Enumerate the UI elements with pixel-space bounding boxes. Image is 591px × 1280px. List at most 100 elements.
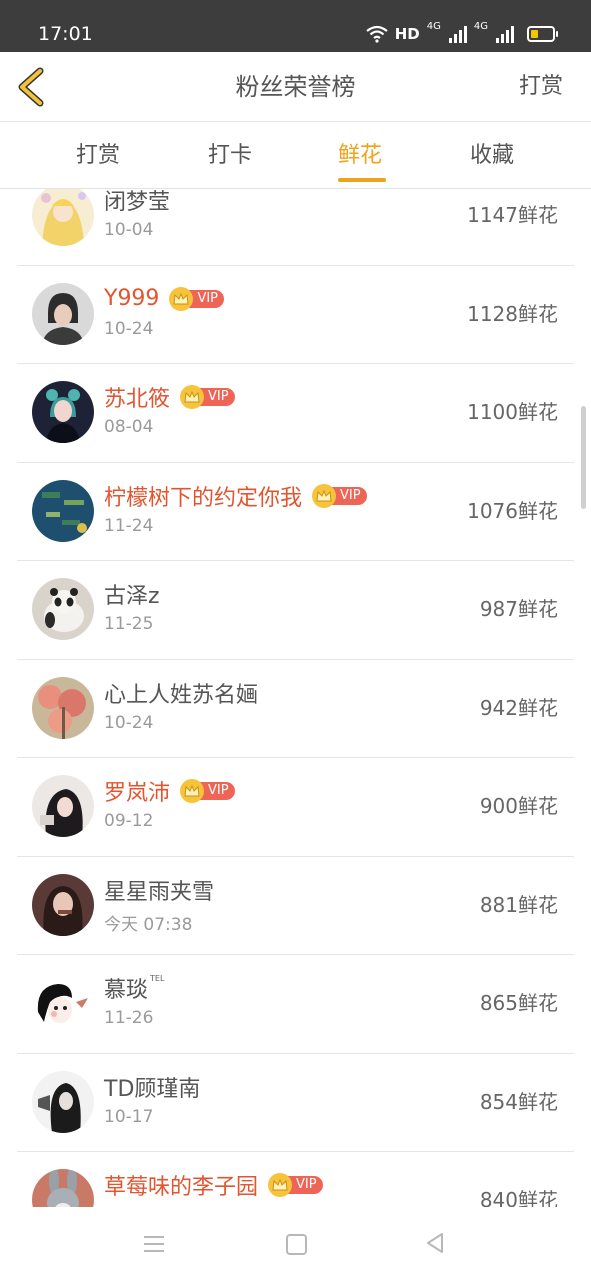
wifi-icon <box>366 25 388 43</box>
avatar[interactable] <box>32 775 94 837</box>
list-item[interactable]: 柠檬树下的约定你我 VIP 11-24 1076鲜花 <box>17 463 574 561</box>
fan-list[interactable]: 闭梦莹 10-04 1147鲜花 Y999 VIP 10-24 1128鲜花 苏… <box>0 189 591 1207</box>
crown-icon <box>268 1173 293 1197</box>
fan-name-line: 心上人姓苏名婳 <box>104 677 258 709</box>
fan-name: 闭梦莹 <box>104 190 171 215</box>
flower-count: 865鲜花 <box>479 991 558 1015</box>
avatar[interactable] <box>32 381 94 443</box>
crown-icon <box>169 286 194 311</box>
flower-count: 1076鲜花 <box>467 498 558 523</box>
fan-name: Y999 <box>104 286 160 311</box>
flower-count: 987鲜花 <box>479 597 558 621</box>
scrollbar[interactable] <box>581 406 586 509</box>
fan-name: 罗岚沛 <box>104 781 171 806</box>
avatar[interactable] <box>32 189 94 246</box>
avatar[interactable] <box>32 1169 94 1207</box>
menu-icon[interactable] <box>144 1236 164 1252</box>
hd-label: HD <box>394 25 420 43</box>
fan-name: 柠檬树下的约定你我 <box>104 485 303 511</box>
fan-name-line: 慕琰 TEL <box>104 972 164 1004</box>
tab-label: 鲜花 <box>337 143 382 168</box>
avatar[interactable] <box>32 578 94 640</box>
fan-name: 慕琰 <box>104 978 149 1003</box>
fan-name-line: 苏北筱 VIP <box>104 381 235 413</box>
list-item[interactable]: 苏北筱 VIP 08-04 1100鲜花 <box>17 364 574 463</box>
fan-date: 09-12 <box>104 811 154 831</box>
crown-icon <box>180 385 205 409</box>
fan-name-line: TD顾瑾南 <box>104 1071 200 1103</box>
fan-name-tag: TEL <box>150 974 165 983</box>
fan-name-line: 古泽z <box>104 578 160 610</box>
home-icon[interactable] <box>286 1234 307 1255</box>
vip-badge: VIP <box>180 385 235 409</box>
tab-flowers[interactable]: 鲜花 <box>300 122 420 190</box>
fan-name-line: 罗岚沛 VIP <box>104 775 235 807</box>
crown-icon <box>180 779 205 803</box>
fan-date: 11-26 <box>104 1008 154 1028</box>
list-item[interactable]: 草莓味的李子园 VIP 840鲜花 <box>17 1152 574 1207</box>
list-item[interactable]: TD顾瑾南 10-17 854鲜花 <box>17 1054 574 1152</box>
vip-badge: VIP <box>180 779 235 803</box>
status-bar: 17:01 HD 4G 4G <box>0 0 591 52</box>
fan-name-line: 柠檬树下的约定你我 VIP <box>104 480 367 512</box>
fan-name: 苏北筱 <box>104 387 171 412</box>
fan-name-line: 星星雨夹雪 <box>104 874 214 906</box>
avatar[interactable] <box>32 282 94 345</box>
fan-name: 草莓味的李子园 <box>104 1175 259 1200</box>
fan-name-line: 闭梦莹 <box>104 189 170 216</box>
fan-date: 10-24 <box>104 318 154 339</box>
vip-badge: VIP <box>268 1173 323 1197</box>
tab-checkin[interactable]: 打卡 <box>170 122 290 190</box>
reward-button[interactable]: 打赏 <box>519 52 563 122</box>
list-item[interactable]: 星星雨夹雪 今天 07:38 881鲜花 <box>17 857 574 955</box>
fan-date: 10-17 <box>104 1106 154 1127</box>
avatar[interactable] <box>32 479 94 542</box>
tab-label: 收藏 <box>469 143 514 168</box>
list-item[interactable]: 古泽z 11-25 987鲜花 <box>17 561 574 660</box>
flower-count: 942鲜花 <box>479 695 558 720</box>
system-nav-bar <box>0 1208 591 1280</box>
fan-name-line: 草莓味的李子园 VIP <box>104 1169 323 1201</box>
fan-date: 08-04 <box>104 417 154 437</box>
flower-count: 1147鲜花 <box>467 203 558 227</box>
list-item[interactable]: 罗岚沛 VIP 09-12 900鲜花 <box>17 758 574 857</box>
fan-date: 11-24 <box>104 515 154 536</box>
battery-icon <box>527 26 558 42</box>
back-triangle-icon[interactable] <box>424 1232 446 1254</box>
header: 粉丝荣誉榜 打赏 <box>0 52 591 122</box>
list-item[interactable]: 心上人姓苏名婳 10-24 942鲜花 <box>17 660 574 758</box>
fan-name: 古泽z <box>104 584 160 609</box>
signal-icon-1 <box>448 25 467 43</box>
flower-count: 840鲜花 <box>479 1188 558 1207</box>
fan-name: TD顾瑾南 <box>104 1076 201 1102</box>
flower-count: 881鲜花 <box>479 892 558 917</box>
fan-name: 心上人姓苏名婳 <box>104 682 259 708</box>
flower-count: 1128鲜花 <box>467 301 558 326</box>
vip-badge: VIP <box>169 286 225 311</box>
network-label-1: 4G <box>426 21 441 32</box>
tab-label: 打赏 <box>75 143 120 168</box>
tab-favorites[interactable]: 收藏 <box>432 122 552 190</box>
list-item[interactable]: 闭梦莹 10-04 1147鲜花 <box>17 189 574 266</box>
fan-date: 11-25 <box>104 614 154 634</box>
flower-count: 900鲜花 <box>479 794 558 818</box>
avatar[interactable] <box>32 873 94 936</box>
fan-name: 星星雨夹雪 <box>104 879 215 905</box>
flower-count: 854鲜花 <box>479 1089 558 1114</box>
tab-label: 打卡 <box>207 143 252 168</box>
avatar[interactable] <box>32 676 94 739</box>
tab-active-indicator <box>338 178 386 182</box>
tab-bar: 打赏 打卡 鲜花 收藏 <box>0 122 591 189</box>
avatar[interactable] <box>32 972 94 1034</box>
fan-date: 10-04 <box>104 220 154 240</box>
flower-count: 1100鲜花 <box>467 400 558 424</box>
status-icons: HD 4G 4G <box>366 21 558 46</box>
tab-reward[interactable]: 打赏 <box>38 122 158 190</box>
fan-date: 今天 07:38 <box>104 914 193 935</box>
avatar[interactable] <box>32 1070 94 1133</box>
list-item[interactable]: Y999 VIP 10-24 1128鲜花 <box>17 266 574 364</box>
fan-name-line: Y999 VIP <box>104 283 225 315</box>
list-item[interactable]: 慕琰 TEL 11-26 865鲜花 <box>17 955 574 1054</box>
network-label-2: 4G <box>473 21 488 32</box>
status-time: 17:01 <box>38 23 93 45</box>
